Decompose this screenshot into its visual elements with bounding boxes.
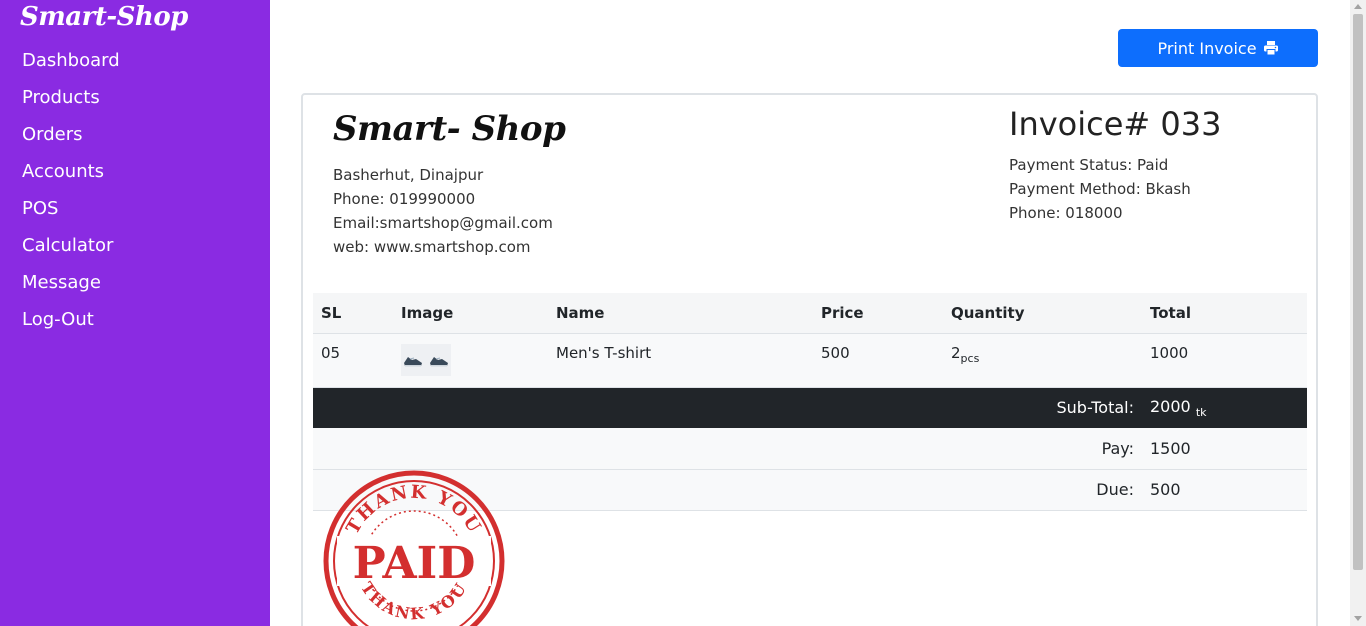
cell-total: 1000: [1142, 333, 1307, 388]
subtotal-unit: tk: [1195, 405, 1207, 419]
sidebar-item-label[interactable]: POS: [22, 198, 58, 219]
sidebar-item-label[interactable]: Calculator: [22, 235, 113, 256]
subtotal-value: 2000: [1150, 396, 1191, 416]
shop-name: Smart- Shop: [333, 109, 566, 149]
column-header-name: Name: [548, 293, 813, 334]
payment-status: Payment Status: Paid: [1009, 156, 1169, 174]
sidebar-item-label[interactable]: Log-Out: [22, 309, 94, 330]
scroll-up-icon[interactable]: [1354, 4, 1362, 9]
sidebar-item-label[interactable]: Message: [22, 272, 101, 293]
payment-method: Payment Method: Bkash: [1009, 180, 1191, 198]
scroll-down-icon[interactable]: [1354, 616, 1362, 621]
due-value: 500: [1150, 480, 1181, 499]
sidebar-item-label[interactable]: Accounts: [22, 161, 104, 182]
column-header-price: Price: [813, 293, 943, 334]
invoice-number: Invoice# 033: [1009, 105, 1222, 143]
quantity-unit: pcs: [960, 351, 980, 365]
invoice-info: Payment Status: Paid Payment Method: Bka…: [1009, 153, 1191, 225]
customer-phone: Phone: 018000: [1009, 204, 1123, 222]
sidebar-item-logout[interactable]: Log-Out: [22, 307, 120, 344]
scrollbar-thumb[interactable]: [1353, 14, 1363, 570]
sidebar: Smart-Shop Dashboard Products Orders Acc…: [0, 0, 270, 626]
sidebar-item-accounts[interactable]: Accounts: [22, 159, 120, 196]
sidebar-item-calculator[interactable]: Calculator: [22, 233, 120, 270]
sidebar-item-label[interactable]: Products: [22, 87, 100, 108]
brand-logo[interactable]: Smart-Shop: [20, 2, 188, 32]
cell-sl: 05: [313, 333, 393, 388]
column-header-total: Total: [1142, 293, 1307, 334]
sidebar-item-orders[interactable]: Orders: [22, 122, 120, 159]
printer-icon: [1263, 40, 1279, 56]
sidebar-item-label[interactable]: Dashboard: [22, 50, 120, 71]
table-row: 05 Men's T-shirt 500 2pcs 1000: [313, 333, 1307, 388]
column-header-image: Image: [393, 293, 548, 334]
cell-price: 500: [813, 333, 943, 388]
shoe-icon: [430, 356, 448, 366]
shop-info: Basherhut, Dinajpur Phone: 019990000 Ema…: [333, 163, 553, 259]
sidebar-item-products[interactable]: Products: [22, 85, 120, 122]
column-header-quantity: Quantity: [943, 293, 1142, 334]
sidebar-item-label[interactable]: Orders: [22, 124, 83, 145]
sidebar-item-dashboard[interactable]: Dashboard: [22, 48, 120, 85]
cell-image: [393, 333, 548, 388]
paid-stamp: THANK YOU PAID THANK YOU: [323, 470, 505, 626]
table-header-row: SL Image Name Price Quantity Total: [313, 293, 1307, 334]
cell-name: Men's T-shirt: [548, 333, 813, 388]
pay-row: Pay: 1500: [313, 428, 1307, 469]
print-invoice-button[interactable]: Print Invoice: [1118, 29, 1318, 67]
vertical-scrollbar[interactable]: [1350, 0, 1366, 626]
main-content: Print Invoice Smart- Shop Basherhut, Din…: [270, 0, 1350, 626]
shop-email: Email:smartshop@gmail.com: [333, 214, 553, 232]
invoice-card: Smart- Shop Basherhut, Dinajpur Phone: 0…: [301, 93, 1318, 626]
pay-label: Pay:: [1101, 438, 1134, 458]
sidebar-nav: Dashboard Products Orders Accounts POS C…: [22, 48, 120, 344]
quantity-value: 2: [951, 343, 961, 362]
sidebar-item-pos[interactable]: POS: [22, 196, 120, 233]
subtotal-label: Sub-Total:: [1056, 398, 1134, 418]
pay-value: 1500: [1150, 438, 1191, 458]
shop-address: Basherhut, Dinajpur: [333, 166, 484, 184]
shop-phone: Phone: 019990000: [333, 190, 476, 208]
print-invoice-label: Print Invoice: [1157, 38, 1257, 58]
column-header-sl: SL: [313, 293, 393, 334]
subtotal-row: Sub-Total: 2000 tk: [313, 387, 1307, 428]
cell-quantity: 2pcs: [943, 333, 1142, 388]
shoe-icon: [404, 356, 422, 366]
shop-web: web: www.smartshop.com: [333, 238, 531, 256]
sidebar-item-message[interactable]: Message: [22, 270, 120, 307]
product-thumbnail: [401, 343, 451, 376]
subtotal-cell: 2000 tk: [1142, 387, 1307, 428]
